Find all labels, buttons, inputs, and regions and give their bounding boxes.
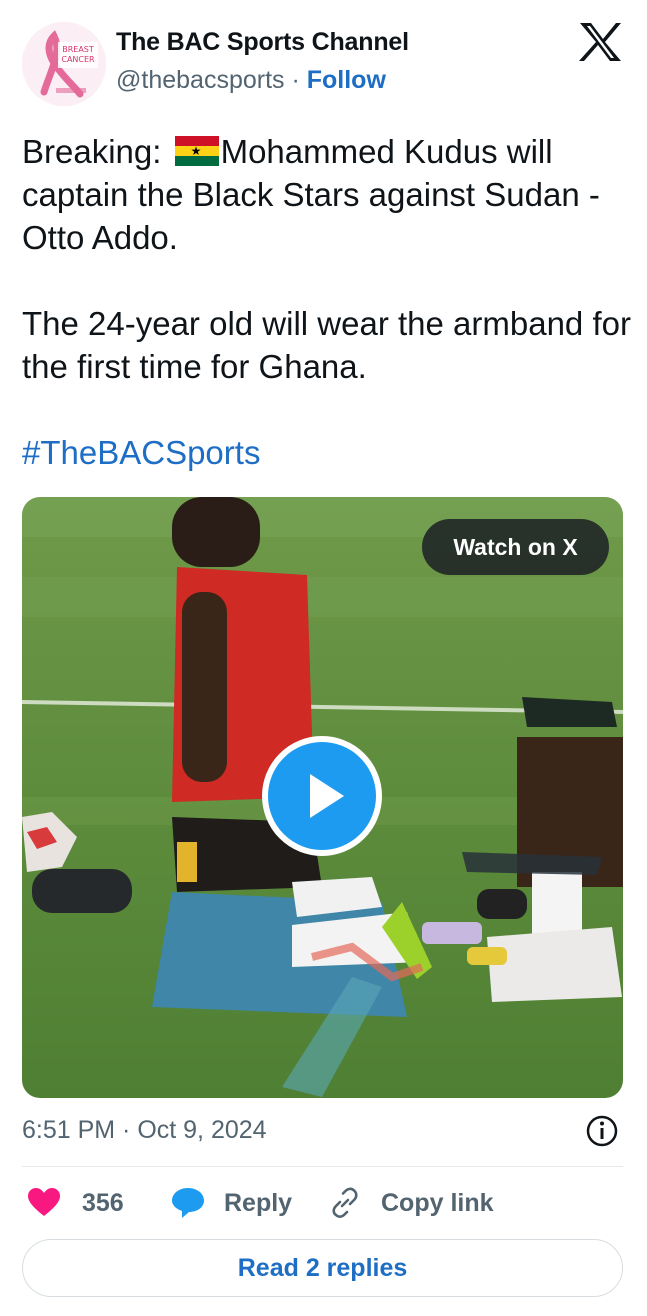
author-handle-line: @thebacsports · Follow — [116, 66, 386, 95]
copy-link-button[interactable]: Copy link — [327, 1183, 494, 1223]
tweet-prefix: Breaking: — [22, 133, 171, 170]
ghana-flag-icon: ★ — [174, 136, 219, 166]
follow-button[interactable]: Follow — [307, 66, 386, 94]
hashtag-link[interactable]: #TheBACSports — [22, 434, 260, 471]
like-button[interactable]: 356 — [26, 1183, 124, 1223]
tweet-paragraph-2: The 24-year old will wear the armband fo… — [22, 305, 631, 385]
author-name[interactable]: The BAC Sports Channel — [116, 28, 409, 57]
watch-on-x-button[interactable]: Watch on X — [422, 519, 609, 575]
x-logo-icon[interactable] — [578, 22, 622, 62]
divider — [22, 1166, 623, 1167]
tweet-paragraph-1: Breaking: ★ Mohammed Kudus will captain t… — [22, 130, 632, 259]
play-button[interactable] — [262, 736, 382, 856]
reply-label: Reply — [224, 1188, 293, 1217]
tweet-card: BREAST CANCER The BAC Sports Channel @th… — [0, 0, 647, 1316]
info-icon[interactable] — [585, 1114, 619, 1148]
heart-icon — [28, 1188, 60, 1216]
author-handle[interactable]: @thebacsports — [116, 66, 285, 94]
tweet-timestamp[interactable]: 6:51 PM · Oct 9, 2024 — [22, 1116, 267, 1145]
link-icon — [332, 1187, 358, 1218]
avatar[interactable]: BREAST CANCER — [22, 22, 106, 106]
like-count: 356 — [82, 1188, 124, 1217]
play-icon — [310, 774, 344, 818]
avatar-image: BREAST CANCER — [22, 22, 106, 106]
copy-link-label: Copy link — [381, 1188, 494, 1217]
avatar-text-2: CANCER — [61, 55, 95, 64]
video-thumbnail[interactable]: Watch on X — [22, 497, 623, 1098]
handle-separator: · — [284, 66, 307, 94]
tweet-text: Breaking: ★ Mohammed Kudus will captain t… — [22, 130, 632, 474]
avatar-text-1: BREAST — [62, 45, 94, 54]
reply-button[interactable]: Reply — [170, 1183, 292, 1223]
reply-bubble-icon — [172, 1188, 204, 1218]
read-replies-button[interactable]: Read 2 replies — [22, 1239, 623, 1297]
